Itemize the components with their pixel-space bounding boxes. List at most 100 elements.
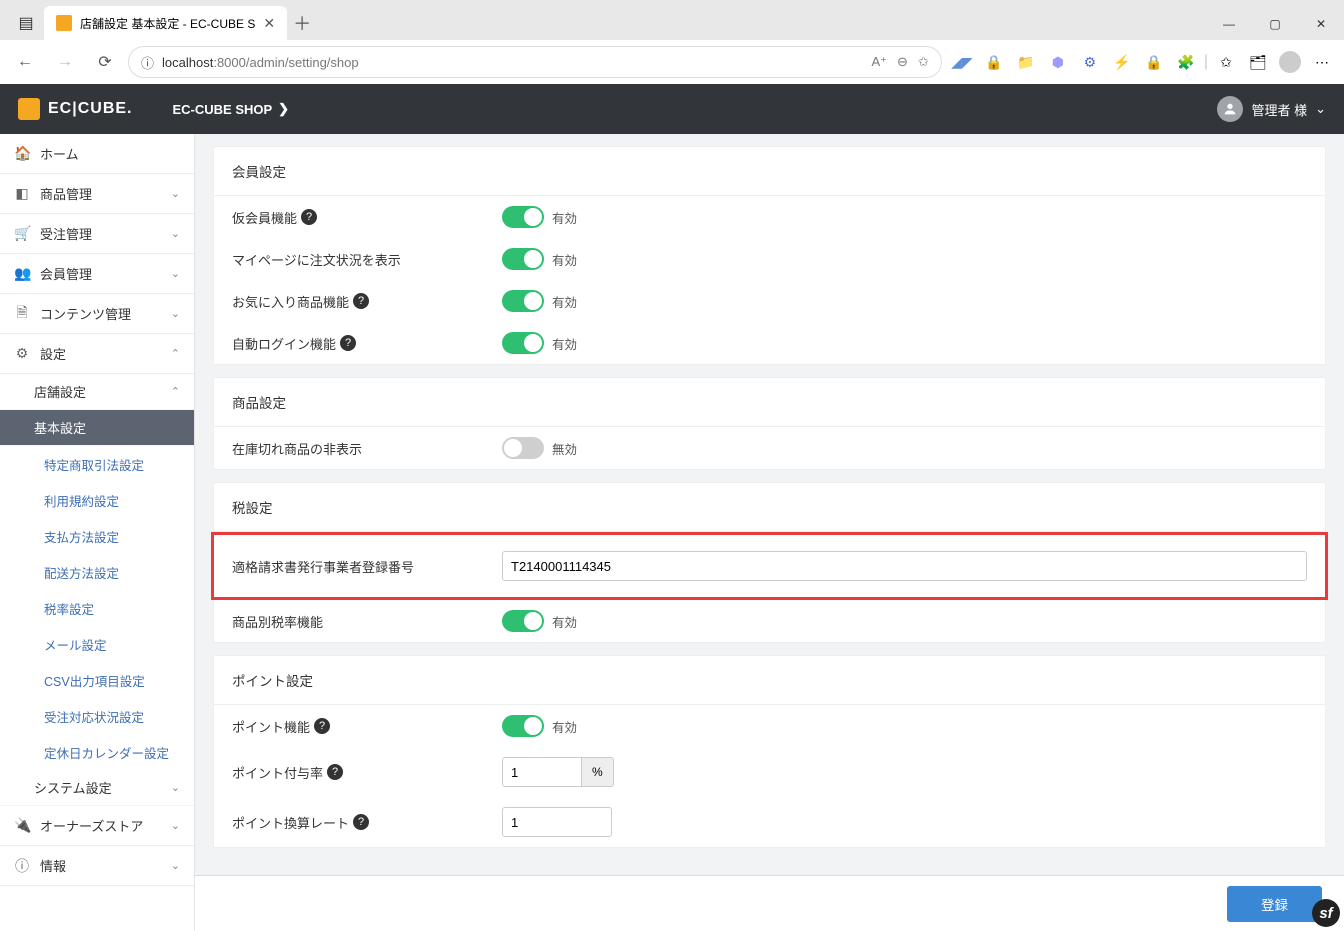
toggle-state: 有効 [552, 717, 577, 736]
sidebar-item-orders[interactable]: 🛒受注管理⌄ [0, 214, 194, 254]
user-label: 管理者 様 [1251, 100, 1307, 119]
logo[interactable]: EC|CUBE. [18, 98, 132, 120]
toggle-mypage-order[interactable] [502, 248, 544, 270]
user-avatar-icon [1217, 96, 1243, 122]
extensions-button[interactable]: 🧩 [1172, 48, 1200, 76]
profile-icon[interactable] [1276, 48, 1304, 76]
minimize-button[interactable]: ― [1206, 8, 1252, 40]
sidebar-sub-mail[interactable]: メール設定 [0, 626, 194, 662]
ext-icon-3[interactable]: 📁 [1012, 48, 1040, 76]
zoom-out-icon[interactable]: ⊖ [897, 54, 908, 70]
help-icon[interactable]: ? [301, 209, 317, 225]
toggle-per-product-tax[interactable] [502, 610, 544, 632]
sidebar-label: ホーム [40, 144, 79, 163]
sidebar-sub-tax[interactable]: 税率設定 [0, 590, 194, 626]
chevron-up-icon: ⌃ [171, 385, 180, 398]
forward-button[interactable]: → [48, 45, 82, 79]
sidebar-sub-payment[interactable]: 支払方法設定 [0, 518, 194, 554]
favorites-bar-icon[interactable]: ✩ [1212, 48, 1240, 76]
favorites-icon[interactable]: ✩ [918, 54, 929, 70]
symfony-toolbar-icon[interactable]: sf [1312, 899, 1340, 927]
collections-icon[interactable]: 🗂 [1244, 48, 1272, 76]
panel-point-settings: ポイント設定 ポイント機能? 有効 ポイント付与率? % ポイント換算レート? [213, 655, 1326, 848]
sidebar-sub-ordercond[interactable]: 受注対応状況設定 [0, 698, 194, 734]
help-icon[interactable]: ? [314, 718, 330, 734]
site-info-icon[interactable]: ⓘ [141, 53, 154, 72]
toggle-point-enable[interactable] [502, 715, 544, 737]
toggle-hide-outofstock[interactable] [502, 437, 544, 459]
ext-icon-5[interactable]: ⚙ [1076, 48, 1104, 76]
sidebar-item-owners[interactable]: 🔌オーナーズストア⌄ [0, 806, 194, 846]
sidebar-label: 受注管理 [40, 224, 92, 243]
label-invoice-number: 適格請求書発行事業者登録番号 [232, 557, 414, 576]
sidebar-sub-delivery[interactable]: 配送方法設定 [0, 554, 194, 590]
help-icon[interactable]: ? [340, 335, 356, 351]
sidebar-sub-basic[interactable]: 基本設定 [0, 410, 194, 446]
sidebar-sub-terms[interactable]: 利用規約設定 [0, 482, 194, 518]
sidebar-item-home[interactable]: 🏠 ホーム [0, 134, 194, 174]
sidebar-item-products[interactable]: ◧商品管理⌄ [0, 174, 194, 214]
app-header: EC|CUBE. EC-CUBE SHOP ❯ 管理者 様 ⌄ [0, 84, 1344, 134]
user-menu[interactable]: 管理者 様 ⌄ [1217, 96, 1326, 122]
sidebar-label: 特定商取引法設定 [44, 455, 144, 474]
tab-actions-button[interactable]: ▤ [8, 7, 44, 39]
sidebar-item-members[interactable]: 👥会員管理⌄ [0, 254, 194, 294]
sidebar-label: 店舗設定 [34, 382, 86, 401]
close-tab-button[interactable]: ✕ [263, 15, 275, 32]
home-icon: 🏠 [14, 145, 30, 162]
label-point-enable: ポイント機能 [232, 717, 310, 736]
footer-bar: 登録 [195, 875, 1344, 931]
sidebar-label: 基本設定 [34, 418, 86, 437]
menu-button[interactable]: ⋯ [1308, 48, 1336, 76]
ext-icon-1[interactable]: ◢◤ [948, 48, 976, 76]
submit-button[interactable]: 登録 [1227, 886, 1322, 922]
sidebar-item-settings[interactable]: ⚙設定⌃ [0, 334, 194, 374]
cube-icon: ◧ [14, 185, 30, 202]
sidebar-label: 定休日カレンダー設定 [44, 743, 169, 762]
invoice-number-input[interactable] [502, 551, 1307, 581]
ext-icon-2[interactable]: 🔒 [980, 48, 1008, 76]
toggle-state: 有効 [552, 250, 577, 269]
toggle-state: 無効 [552, 439, 577, 458]
shop-link-label: EC-CUBE SHOP [172, 102, 272, 117]
sidebar-item-info[interactable]: ⓘ情報⌄ [0, 846, 194, 886]
chevron-down-icon: ⌄ [171, 819, 180, 832]
sidebar-label: 設定 [40, 344, 66, 363]
help-icon[interactable]: ? [353, 293, 369, 309]
grant-rate-input[interactable] [502, 757, 582, 787]
chevron-down-icon: ⌄ [171, 187, 180, 200]
new-tab-button[interactable]: ＋ [287, 10, 317, 36]
conv-rate-input[interactable] [502, 807, 612, 837]
label-autologin: 自動ログイン機能 [232, 334, 336, 353]
favicon-icon [56, 15, 72, 31]
close-window-button[interactable]: ✕ [1298, 8, 1344, 40]
sidebar-item-contents[interactable]: 🗎コンテンツ管理⌄ [0, 294, 194, 334]
sidebar-sub-holiday[interactable]: 定休日カレンダー設定 [0, 734, 194, 770]
help-icon[interactable]: ? [353, 814, 369, 830]
sidebar-sub-law[interactable]: 特定商取引法設定 [0, 446, 194, 482]
sidebar-label: オーナーズストア [40, 816, 143, 835]
toggle-autologin[interactable] [502, 332, 544, 354]
logo-icon [18, 98, 40, 120]
shop-link[interactable]: EC-CUBE SHOP ❯ [172, 101, 289, 117]
toggle-favorite[interactable] [502, 290, 544, 312]
sidebar-label: 情報 [40, 856, 66, 875]
ext-icon-7[interactable]: 🔒 [1140, 48, 1168, 76]
maximize-button[interactable]: ▢ [1252, 8, 1298, 40]
back-button[interactable]: ← [8, 45, 42, 79]
toggle-state: 有効 [552, 292, 577, 311]
toggle-provisional[interactable] [502, 206, 544, 228]
sidebar-sub-csv[interactable]: CSV出力項目設定 [0, 662, 194, 698]
address-bar[interactable]: ⓘ localhost:8000/admin/setting/shop A⁺ ⊖… [128, 46, 942, 78]
help-icon[interactable]: ? [327, 764, 343, 780]
read-aloud-icon[interactable]: A⁺ [871, 54, 887, 70]
tab-title: 店舗設定 基本設定 - EC-CUBE S [80, 15, 255, 32]
browser-tab[interactable]: 店舗設定 基本設定 - EC-CUBE S ✕ [44, 6, 287, 40]
ext-icon-6[interactable]: ⚡ [1108, 48, 1136, 76]
refresh-button[interactable]: ⟳ [88, 45, 122, 79]
sidebar-sub-shop-settings[interactable]: 店舗設定 ⌃ [0, 374, 194, 410]
extensions-area: ◢◤ 🔒 📁 ⬢ ⚙ ⚡ 🔒 🧩 | ✩ 🗂 ⋯ [948, 48, 1336, 76]
main-content: 会員設定 仮会員機能? 有効 マイページに注文状況を表示 有効 お気に入り商品機… [195, 134, 1344, 931]
sidebar-sub-system[interactable]: システム設定⌄ [0, 770, 194, 806]
ext-icon-4[interactable]: ⬢ [1044, 48, 1072, 76]
